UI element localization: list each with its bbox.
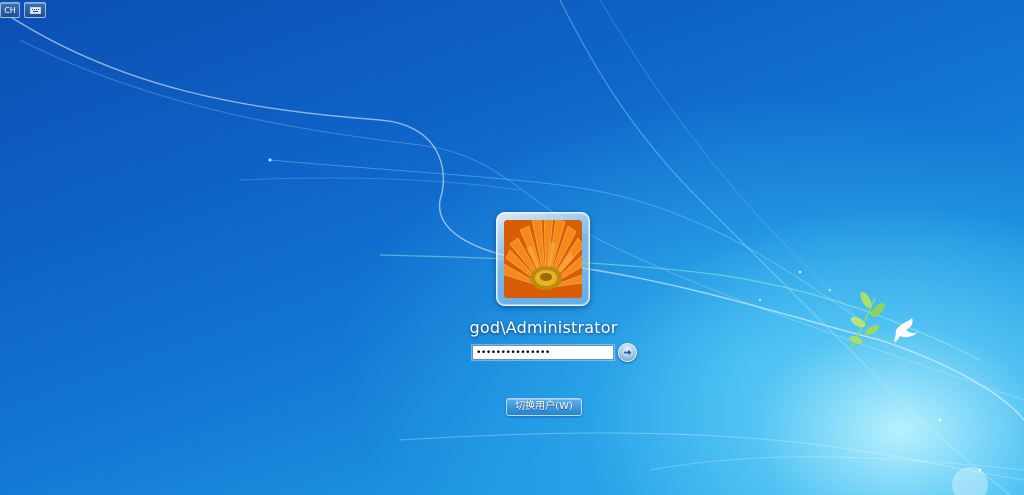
- keyboard-icon: [30, 7, 41, 14]
- login-screen: CH god\Administrator ••••••••••••••• 切换用…: [0, 0, 1024, 495]
- on-screen-keyboard-button[interactable]: [24, 2, 46, 18]
- switch-user-button[interactable]: 切换用户(W): [506, 398, 582, 416]
- login-submit-button[interactable]: [618, 343, 637, 362]
- input-language-button[interactable]: CH: [0, 2, 20, 18]
- user-avatar: [496, 212, 590, 306]
- account-name: god\Administrator: [469, 318, 618, 337]
- switch-user-label: 切换用户(W): [515, 401, 573, 412]
- flower-avatar-image: [504, 220, 582, 298]
- arrow-right-icon: [623, 348, 633, 357]
- password-field[interactable]: [472, 345, 614, 360]
- input-language-label: CH: [4, 6, 16, 15]
